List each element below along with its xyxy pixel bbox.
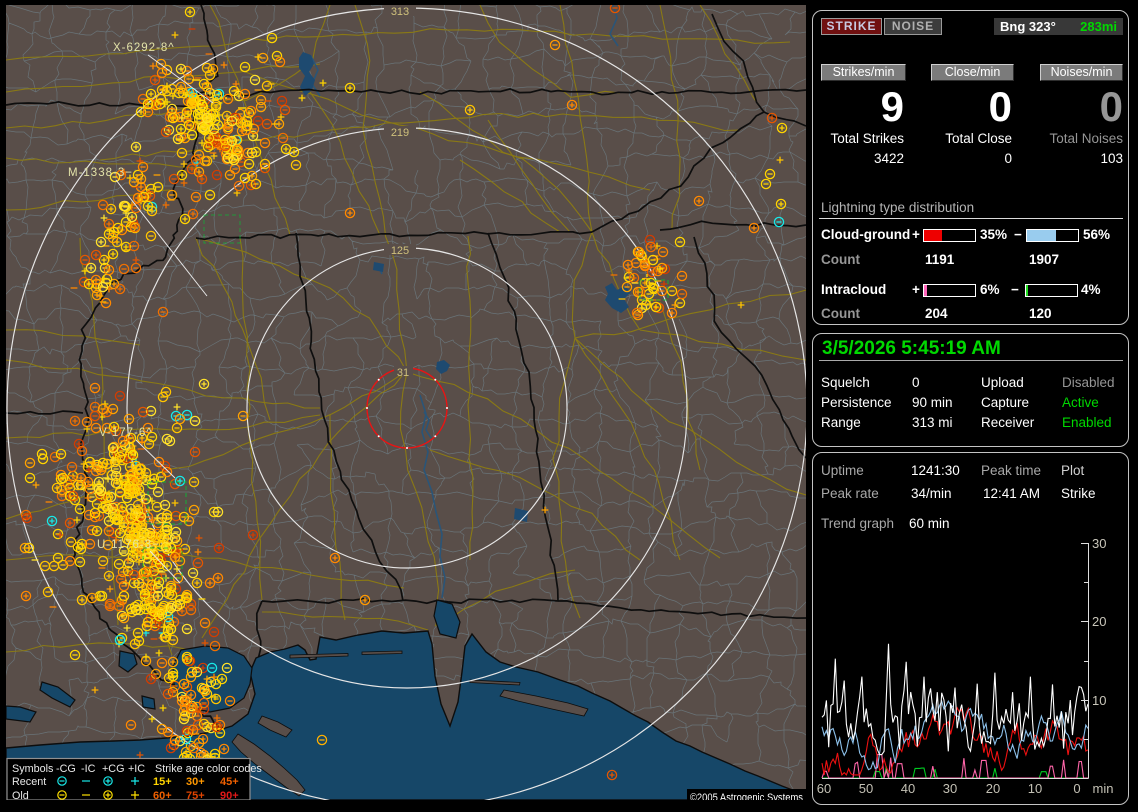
svg-text:Recent: Recent (12, 776, 46, 788)
svg-text:©2005 Astrogenic Systems: ©2005 Astrogenic Systems (690, 792, 803, 800)
svg-text:30: 30 (1092, 538, 1106, 551)
svg-text:60: 60 (817, 781, 831, 796)
svg-text:+IC: +IC (128, 763, 145, 775)
svg-text:15+: 15+ (153, 776, 172, 788)
svg-text:V-177-6^: V-177-6^ (99, 427, 153, 439)
svg-text:31: 31 (397, 367, 409, 379)
svg-text:30: 30 (943, 781, 957, 796)
svg-text:75+: 75+ (186, 790, 205, 800)
svg-text:20: 20 (1092, 614, 1106, 629)
svg-text:min: min (1093, 781, 1114, 796)
svg-text:60+: 60+ (153, 790, 172, 800)
svg-text:45+: 45+ (220, 776, 239, 788)
svg-text:50: 50 (859, 781, 873, 796)
svg-text:X-6292-8^: X-6292-8^ (113, 42, 175, 54)
svg-text:Old: Old (12, 790, 29, 800)
svg-text:125: 125 (391, 245, 409, 257)
svg-text:M-1338-3−: M-1338-3− (68, 167, 133, 179)
svg-text:+CG: +CG (102, 763, 125, 775)
svg-text:Strike age color codes: Strike age color codes (155, 763, 262, 775)
svg-text:-CG: -CG (56, 763, 76, 775)
svg-text:0: 0 (1073, 781, 1080, 796)
svg-text:30+: 30+ (186, 776, 205, 788)
svg-text:90+: 90+ (220, 790, 239, 800)
svg-text:10: 10 (1092, 693, 1106, 708)
svg-text:Symbols: Symbols (12, 763, 54, 775)
svg-text:219: 219 (391, 127, 409, 139)
svg-text:U-1176-3−: U-1176-3− (97, 539, 160, 551)
svg-text:40: 40 (901, 781, 915, 796)
svg-text:313: 313 (391, 6, 409, 18)
svg-text:20: 20 (986, 781, 1000, 796)
svg-text:-IC: -IC (81, 763, 96, 775)
svg-text:10: 10 (1028, 781, 1042, 796)
